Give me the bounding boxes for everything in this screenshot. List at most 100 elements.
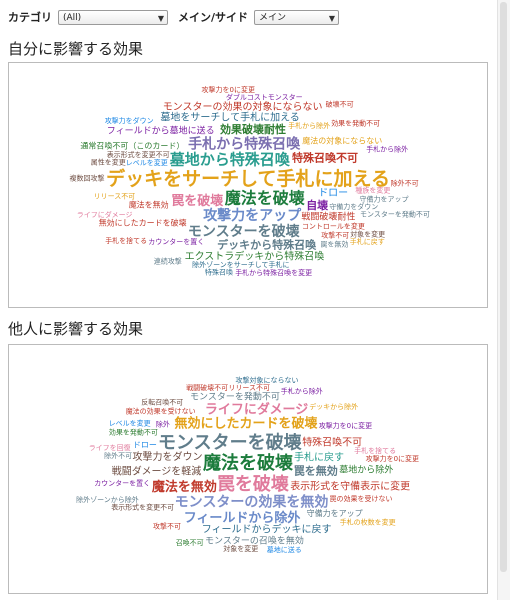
cloud-word: 反転召喚不可 [141,398,183,407]
mainside-select[interactable]: メイン ▼ [254,9,340,25]
cloud-word: ライフを回復 [89,443,131,452]
vertical-scrollbar[interactable] [497,0,510,600]
cloud-word: リリース不可 [94,192,136,200]
cloud-word: 効果を発動不可 [109,427,158,436]
cloud-word: 守備力をアップ [360,194,409,203]
scrollbar-thumb[interactable] [500,2,507,572]
cloud-word: 罠を破壊 [217,473,289,495]
cloud-word: 攻撃力を0に変更 [366,454,419,463]
cloud-word: 魔法を破壊 [225,188,306,207]
other-effects-word-cloud: 魔法を破壊 罠を破壊 モンスターを破壊 モンスターの効果を無効 無効にしたカードを破壊フ… [8,344,488,594]
cloud-word: 罠を無効 [294,463,338,477]
category-label: カテゴリ [8,11,52,24]
category-select-value: (All) [63,12,82,23]
mainside-label: メイン/サイド [178,11,249,24]
cloud-word: 効果破壊耐性 [220,122,286,136]
cloud-word: 魔法の効果を受けない [126,407,196,416]
cloud-word: 除外ゾーンから除外 [76,495,139,504]
cloud-word: ライフにダメージ [77,210,133,219]
cloud-word: 守備力をアップ [307,508,363,518]
cloud-word: モンスターの効果を無効 [175,494,329,511]
other-effects-title: 他人に影響する効果 [8,320,144,338]
cloud-word: 種族を変更 [355,186,390,195]
cloud-word: レベルを変更 [126,158,168,167]
cloud-word: 手札を捨てる [105,236,147,245]
cloud-word: 戦闘破壊耐性 [301,211,355,223]
cloud-word: 効果を発動不可 [331,118,380,127]
cloud-word: 手札から特殊召喚 [188,136,301,153]
cloud-word: カウンターを置く [148,237,204,246]
cloud-word: ライフにダメージ [205,402,308,418]
cloud-word: モンスターを発動不可 [190,391,280,403]
cloud-word: 攻撃対象にならない [236,375,299,384]
cloud-word: 自壊 [306,198,329,212]
cloud-word: 攻撃力をダウン [105,116,154,125]
word-cloud-svg: デッキをサーチして手札に加える魔法を破壊墓地から特殊召喚攻撃力をアップ手札から特… [70,85,430,277]
cloud-word: リリース不可 [228,384,270,392]
cloud-word: 魔法を無効 [152,479,217,495]
cloud-word: 墓地から特殊召喚 [169,151,291,169]
cloud-word: 属性を変更 [91,158,126,167]
cloud-word: 除外 [156,419,170,428]
self-effects-word-cloud: デッキをサーチして手札に加える 魔法を破壊 墓地から特殊召喚 攻撃力をアップ 手札から特… [8,62,488,308]
cloud-word: 罠を破壊 [171,193,224,209]
cloud-word: 戦闘破壊不可 [186,383,228,392]
cloud-word: 表示形式を守備表示に変更 [290,480,410,493]
word-cloud-svg: 魔法を破壊罠を破壊 モンスターを破壊モンスターの効果を無効無効にしたカードを破壊フ… [76,375,419,554]
cloud-word: 召喚不可 [176,538,204,547]
cloud-word: 墓地から除外 [339,464,393,476]
cloud-word: 手札から除外 [288,121,330,130]
cloud-word: 攻撃力をダウン [133,450,203,463]
cloud-word: フィールドから除外 [184,510,301,526]
cloud-word: 戦闘ダメージを軽減 [112,465,202,478]
category-select[interactable]: (All) ▼ [58,9,168,25]
self-effects-title: 自分に影響する効果 [8,40,144,58]
cloud-word: 手札から除外 [281,387,323,396]
mainside-select-value: メイン [259,12,287,23]
cloud-word: 破壊不可 [326,99,354,108]
cloud-word: 手札に戻す [350,237,385,246]
cloud-word: デッキから特殊召喚 [217,238,317,252]
cloud-word: 通常召喚不可（このカード） [80,141,184,151]
cloud-word: 特殊召喚 [205,268,233,277]
cloud-word: 手札から特殊召喚を変更 [235,268,312,277]
cloud-word: 攻撃不可 [321,231,349,240]
cloud-word: 魔法を無効 [129,200,169,210]
cloud-word: 攻撃力をアップ [203,207,302,224]
cloud-word: 手札の枚数を変更 [340,517,396,526]
cloud-word: デッキから除外 [309,402,358,411]
cloud-word: 墓地に送る [267,545,302,554]
cloud-word: コントロールを変更 [302,222,365,231]
cloud-word: 除外不可 [104,451,132,460]
cloud-word: フィールドから墓地に送る [107,124,215,136]
cloud-word: レベルを変更 [109,419,151,428]
cloud-word: 除外ゾーンをサーチして手札に [192,260,289,269]
cloud-word: 手札から除外 [366,144,408,153]
cloud-word: 魔法の対象にならない [302,136,382,146]
cloud-word: デッキをサーチして手札に加える [106,167,390,190]
chevron-down-icon: ▼ [328,13,336,23]
cloud-word: 無効にしたカードを破壊 [175,416,319,432]
cloud-word: 罠を無効 [320,240,348,249]
cloud-word: モンスターを破壊 [188,223,301,240]
cloud-word: ドロー [133,441,157,450]
cloud-word: 対象を変更 [223,544,258,553]
cloud-word: 罠の効果を受けない [330,494,393,503]
cloud-word: モンスターを発動不可 [360,210,430,219]
cloud-word: 攻撃不可 [153,522,181,531]
filter-toolbar: カテゴリ (All) ▼ メイン/サイド メイン ▼ [8,8,340,26]
cloud-word: 複数回攻撃 [70,174,105,183]
cloud-word: モンスターの効果の対象にならない [163,100,323,113]
chevron-down-icon: ▼ [157,13,164,23]
cloud-word: 攻撃力を0に変更 [202,85,255,94]
cloud-word: 手札を捨てる [354,446,396,455]
cloud-word: ドロー [318,188,348,199]
cloud-word: フィールドからデッキに戻す [202,523,332,536]
cloud-word: 除外不可 [391,179,419,188]
cloud-word: モンスターを破壊 [158,432,302,454]
cloud-word: 手札に戻す [294,451,344,464]
cloud-word: 特殊召喚不可 [292,151,358,165]
cloud-word: カウンターを置く [94,478,150,487]
cloud-word: 連続攻撃 [154,257,182,266]
cloud-word: 攻撃力を0に変更 [319,421,372,430]
